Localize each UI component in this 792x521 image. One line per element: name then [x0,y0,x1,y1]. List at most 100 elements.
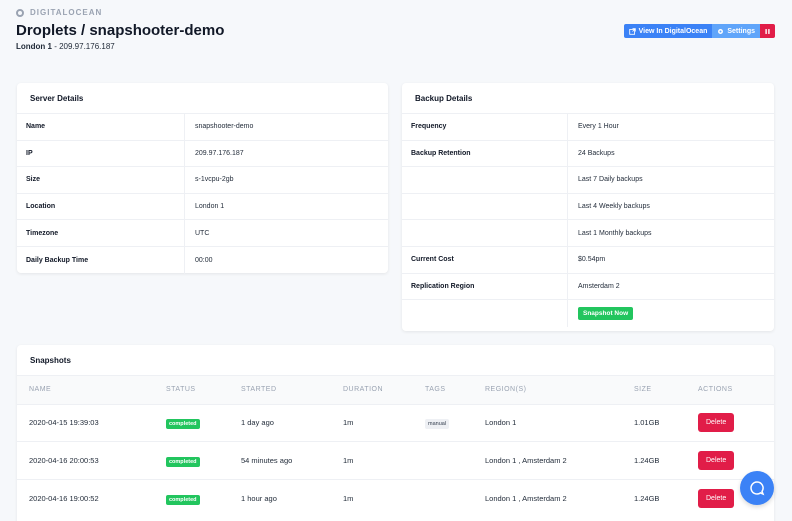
backup-key: Replication Region [402,273,568,300]
backup-key [402,193,568,220]
server-key: Daily Backup Time [17,246,185,274]
status-cell: completed [154,441,229,479]
settings-label: Settings [727,27,755,35]
settings-button[interactable]: Settings [712,24,760,38]
snapshot-size: 1.24GB [622,478,686,517]
backup-value: Amsterdam 2 [578,282,620,290]
server-value: snapshooter-demo [195,123,254,131]
status-badge: completed [166,456,200,467]
snapshot-name: 2020-04-16 19:00:52 [17,478,154,517]
column-header: STARTED [229,376,331,404]
delete-button[interactable]: Delete [698,413,735,433]
table-row: 2020-04-16 19:00:52 completed 1 hour ago… [17,478,774,517]
column-header: SIZE [622,376,686,404]
backup-key [402,300,568,327]
backup-details-card: Backup Details Frequency Every 1 Hour Bac… [402,83,774,331]
server-key: Timezone [17,220,185,246]
backup-row-weekly: Last 4 Weekly backups [402,193,774,221]
snapshot-size: 1.01GB [622,403,686,442]
snapshot-size: 1.24GB [622,441,686,479]
snapshot-regions: London 1 [473,403,622,442]
server-value: s-1vcpu-2gb [195,176,234,184]
snapshot-started: 1 hour ago [229,478,331,517]
tag-badge: manual [425,419,450,430]
server-row-size: Size s-1vcpu-2gb [17,167,388,194]
tags-cell: manual [413,403,473,442]
snapshot-now-button[interactable]: Snapshot Now [578,306,634,320]
backup-details-title: Backup Details [402,83,774,114]
subtitle-ip: - 209.97.176.187 [52,42,115,51]
column-header: ACTIONS [686,376,774,404]
table-row: 2020-04-16 20:00:53 completed 54 minutes… [17,441,774,479]
gear-icon [718,28,724,34]
backup-details-list: Frequency Every 1 Hour Backup Retention 24… [402,114,774,327]
status-badge: completed [166,494,200,505]
backup-row-daily: Last 7 Daily backups [402,167,774,194]
column-header: NAME [17,376,154,404]
status-cell: completed [154,403,229,442]
backup-row-monthly: Last 1 Monthly backups [402,220,774,247]
backup-row-retention: Backup Retention 24 Backups [402,140,774,168]
view-in-digitalocean-button[interactable]: View In DigitalOcean [623,24,713,38]
snapshot-regions: London 1 , Amsterdam 2 [473,441,622,479]
server-key: IP [17,140,185,167]
column-header: STATUS [154,376,229,404]
snapshots-title: Snapshots [17,345,774,376]
header-actions: View In DigitalOcean Settings [623,24,775,38]
backup-key: Current Cost [402,246,568,273]
backup-row-cost: Current Cost $0.54pm [402,246,774,274]
chat-support-button[interactable] [740,471,774,505]
backup-row-action: Snapshot Now [402,300,774,327]
backup-value: $0.54pm [578,256,606,264]
tags-cell [413,478,473,517]
backup-row-replication: Replication Region Amsterdam 2 [402,273,774,301]
server-value: 00:00 [195,256,213,264]
backup-value: Every 1 Hour [578,123,619,131]
column-header: REGION(S) [473,376,622,404]
pause-button[interactable] [760,24,775,38]
server-key: Location [17,193,185,220]
server-row-backup-time: Daily Backup Time 00:00 [17,246,388,274]
table-row: 2020-04-15 19:39:03 completed 1 day ago … [17,403,774,442]
snapshot-started: 54 minutes ago [229,441,331,479]
delete-button[interactable]: Delete [698,488,735,508]
snapshot-duration: 1m [331,441,413,479]
server-key: Name [17,114,185,140]
backup-value: Last 4 Weekly backups [578,203,650,211]
snapshots-card: Snapshots NAME STATUS STARTED DURATION T… [17,345,774,521]
server-key: Size [17,167,185,193]
server-value: 209.97.176.187 [195,149,244,157]
snapshot-started: 1 day ago [229,403,331,442]
brand: DIGITALOCEAN [16,8,776,17]
view-in-digitalocean-label: View In DigitalOcean [638,27,708,35]
backup-value: Last 7 Daily backups [578,176,643,184]
backup-value: Snapshot Now [568,306,634,320]
page-subtitle: London 1 - 209.97.176.187 [16,42,776,51]
status-cell: completed [154,478,229,517]
chat-bubble-icon [750,481,765,496]
backup-key: Frequency [402,114,568,140]
snapshot-name: 2020-04-15 19:39:03 [17,403,154,442]
backup-key [402,220,568,246]
server-value: UTC [195,229,210,237]
pause-icon [765,28,770,34]
server-details-list: Name snapshooter-demo IP 209.97.176.187 Si… [17,114,388,274]
column-header: TAGS [413,376,473,404]
brand-label: DIGITALOCEAN [30,8,103,17]
server-value: London 1 [195,203,225,211]
server-row-location: Location London 1 [17,193,388,221]
snapshot-duration: 1m [331,478,413,517]
snapshots-table: NAME STATUS STARTED DURATION TAGS REGION… [17,376,774,517]
snapshot-regions: London 1 , Amsterdam 2 [473,478,622,517]
delete-button[interactable]: Delete [698,450,735,470]
backup-row-frequency: Frequency Every 1 Hour [402,114,774,141]
backup-key: Backup Retention [402,140,568,167]
tags-cell [413,441,473,479]
backup-value: 24 Backups [578,149,615,157]
server-details-title: Server Details [17,83,388,114]
subtitle-location: London 1 [16,42,52,51]
actions-cell: Delete [686,403,774,442]
table-header-row: NAME STATUS STARTED DURATION TAGS REGION… [17,376,774,404]
column-header: DURATION [331,376,413,404]
backup-key [402,167,568,193]
